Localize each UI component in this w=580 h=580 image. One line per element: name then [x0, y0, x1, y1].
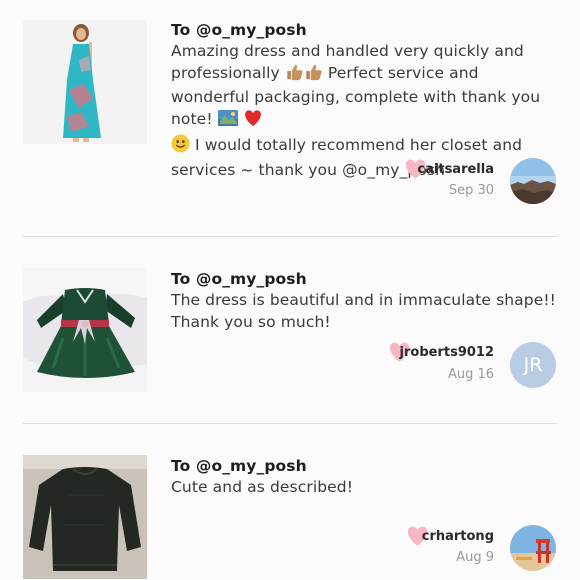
- smiling-face-icon: [171, 134, 190, 160]
- listing-thumbnail[interactable]: [23, 455, 147, 579]
- listing-thumbnail[interactable]: [23, 20, 147, 144]
- review-recipient: To @o_my_posh: [171, 21, 307, 39]
- reviewer-avatar[interactable]: JR: [510, 342, 556, 388]
- reviewer-username[interactable]: crhartong: [422, 529, 494, 544]
- thumbs-up-icon: [285, 63, 304, 88]
- review-card: To @o_my_posh Cute and as described! crh…: [0, 424, 580, 580]
- red-heart-icon: [243, 109, 263, 134]
- reviewer-username[interactable]: jroberts9012: [400, 345, 494, 360]
- review-recipient: To @o_my_posh: [171, 457, 307, 475]
- review-date: Sep 30: [448, 183, 494, 198]
- review-message: Amazing dress and handled very quickly a…: [171, 41, 556, 181]
- review-message: Cute and as described!: [171, 477, 556, 499]
- review-recipient: To @o_my_posh: [171, 270, 307, 288]
- review-text: Cute and as described!: [171, 478, 354, 496]
- review-date: Aug 9: [456, 550, 494, 565]
- thumbs-up-icon: [304, 63, 323, 88]
- reviewer-avatar[interactable]: [510, 525, 556, 571]
- listing-thumbnail[interactable]: [23, 268, 147, 392]
- review-date: Aug 16: [447, 367, 494, 382]
- reviewer-avatar[interactable]: [510, 158, 556, 204]
- review-message: The dress is beautiful and in immaculate…: [171, 290, 556, 333]
- picture-icon: [217, 109, 238, 134]
- review-text: The dress is beautiful and in immaculate…: [171, 291, 556, 331]
- review-card: To @o_my_posh The dress is beautiful and…: [0, 237, 580, 423]
- reviewer-username[interactable]: caitsarella: [417, 162, 494, 177]
- review-card: To @o_my_posh Amazing dress and handled …: [0, 0, 580, 236]
